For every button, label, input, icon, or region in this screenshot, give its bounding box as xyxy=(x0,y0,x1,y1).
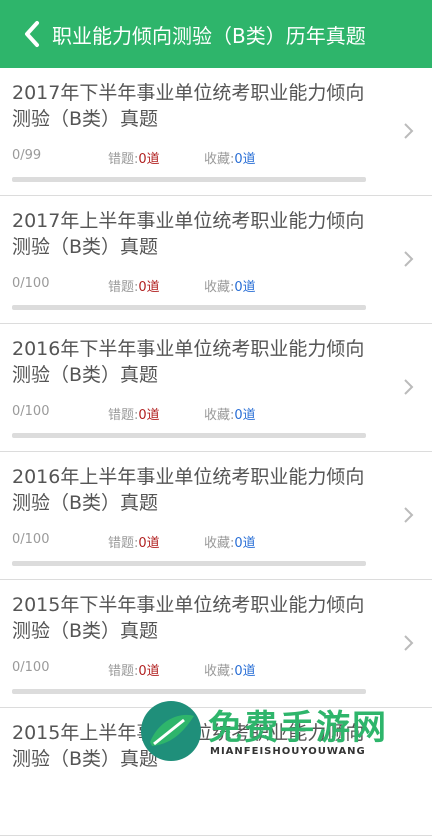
exam-title: 2015年下半年事业单位统考职业能力倾向测验（B类）真题 xyxy=(12,594,365,642)
app-header: 职业能力倾向测验（B类）历年真题 xyxy=(0,0,432,68)
chevron-right-icon xyxy=(404,635,414,651)
wrong-stat: 错题:0道 xyxy=(108,660,160,679)
exam-title: 2017年下半年事业单位统考职业能力倾向测验（B类）真题 xyxy=(12,82,365,130)
leaf-logo-icon xyxy=(141,701,201,761)
wrong-label: 错题: xyxy=(108,536,139,551)
list-item[interactable]: 2016年下半年事业单位统考职业能力倾向测验（B类）真题 0/100 错题:0道… xyxy=(0,324,432,452)
list-item[interactable]: 2017年下半年事业单位统考职业能力倾向测验（B类）真题 0/99 错题:0道 … xyxy=(0,68,432,196)
wrong-count: 0道 xyxy=(138,280,160,295)
progress-count: 0/100 xyxy=(12,404,50,419)
chevron-right-icon xyxy=(404,123,414,139)
favorite-label: 收藏: xyxy=(204,408,235,423)
favorite-count: 0道 xyxy=(234,280,256,295)
exam-title: 2016年下半年事业单位统考职业能力倾向测验（B类）真题 xyxy=(12,338,365,386)
watermark: 免费手游网 MIANFEISHOUYOUWANG xyxy=(138,698,428,764)
progress-count: 0/99 xyxy=(12,148,42,163)
chevron-left-icon xyxy=(25,21,39,47)
watermark-text: 免费手游网 xyxy=(208,708,388,748)
wrong-label: 错题: xyxy=(108,152,139,167)
wrong-stat: 错题:0道 xyxy=(108,404,160,423)
favorite-label: 收藏: xyxy=(204,280,235,295)
progress-count: 0/100 xyxy=(12,660,50,675)
exam-title: 2017年上半年事业单位统考职业能力倾向测验（B类）真题 xyxy=(12,210,365,258)
watermark-subtext: MIANFEISHOUYOUWANG xyxy=(210,746,366,757)
chevron-right-icon xyxy=(404,379,414,395)
favorite-stat: 收藏:0道 xyxy=(204,532,256,551)
list-item[interactable]: 2017年上半年事业单位统考职业能力倾向测验（B类）真题 0/100 错题:0道… xyxy=(0,196,432,324)
progress-bar xyxy=(12,561,366,566)
list-item[interactable]: 2015年下半年事业单位统考职业能力倾向测验（B类）真题 0/100 错题:0道… xyxy=(0,580,432,708)
favorite-label: 收藏: xyxy=(204,664,235,679)
exam-title: 2016年上半年事业单位统考职业能力倾向测验（B类）真题 xyxy=(12,466,365,514)
progress-count: 0/100 xyxy=(12,532,50,547)
wrong-stat: 错题:0道 xyxy=(108,532,160,551)
progress-count: 0/100 xyxy=(12,276,50,291)
progress-bar xyxy=(12,305,366,310)
favorite-count: 0道 xyxy=(234,536,256,551)
wrong-stat: 错题:0道 xyxy=(108,276,160,295)
wrong-count: 0道 xyxy=(138,152,160,167)
wrong-label: 错题: xyxy=(108,280,139,295)
wrong-count: 0道 xyxy=(138,536,160,551)
favorite-count: 0道 xyxy=(234,664,256,679)
favorite-label: 收藏: xyxy=(204,152,235,167)
progress-bar xyxy=(12,433,366,438)
favorite-label: 收藏: xyxy=(204,536,235,551)
favorite-count: 0道 xyxy=(234,152,256,167)
favorite-stat: 收藏:0道 xyxy=(204,276,256,295)
favorite-count: 0道 xyxy=(234,408,256,423)
wrong-label: 错题: xyxy=(108,408,139,423)
wrong-count: 0道 xyxy=(138,408,160,423)
list-item[interactable]: 2016年上半年事业单位统考职业能力倾向测验（B类）真题 0/100 错题:0道… xyxy=(0,452,432,580)
chevron-right-icon xyxy=(404,507,414,523)
progress-bar xyxy=(12,689,366,694)
favorite-stat: 收藏:0道 xyxy=(204,404,256,423)
wrong-count: 0道 xyxy=(138,664,160,679)
favorite-stat: 收藏:0道 xyxy=(204,660,256,679)
favorite-stat: 收藏:0道 xyxy=(204,148,256,167)
page-title: 职业能力倾向测验（B类）历年真题 xyxy=(52,23,366,48)
back-button[interactable] xyxy=(12,0,52,68)
wrong-label: 错题: xyxy=(108,664,139,679)
chevron-right-icon xyxy=(404,251,414,267)
wrong-stat: 错题:0道 xyxy=(108,148,160,167)
progress-bar xyxy=(12,177,366,182)
